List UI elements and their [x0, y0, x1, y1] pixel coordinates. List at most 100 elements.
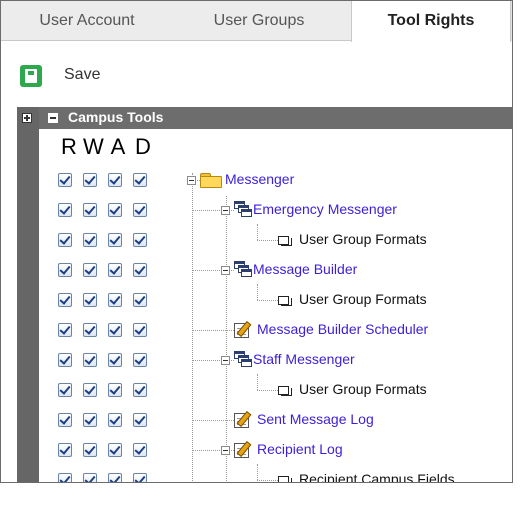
right-checkbox-a[interactable] [108, 203, 122, 217]
right-checkbox-a[interactable] [108, 263, 122, 277]
folder-icon [200, 173, 222, 188]
expand-all-icon[interactable] [22, 113, 32, 123]
collapse-icon[interactable] [48, 113, 58, 123]
tree-line [226, 196, 227, 451]
windows-icon [234, 201, 252, 218]
tree-node-sent-message-log[interactable]: Sent Message Log [257, 411, 374, 427]
right-checkbox-w[interactable] [83, 293, 97, 307]
left-gutter [17, 107, 39, 482]
page-icon [278, 236, 293, 246]
collapse-node-icon[interactable] [221, 206, 230, 215]
right-checkbox-r[interactable] [58, 173, 72, 187]
save-icon [20, 65, 42, 87]
page-icon [278, 476, 293, 482]
right-checkbox-d[interactable] [133, 323, 147, 337]
right-checkbox-d[interactable] [133, 443, 147, 457]
tree-node-message-builder-scheduler[interactable]: Message Builder Scheduler [257, 321, 428, 337]
right-checkbox-w[interactable] [83, 203, 97, 217]
tree-connector [192, 330, 234, 331]
right-checkbox-d[interactable] [133, 353, 147, 367]
tab-bar: User Account User Groups Tool Rights [1, 1, 512, 42]
right-checkbox-w[interactable] [83, 443, 97, 457]
right-checkbox-w[interactable] [83, 383, 97, 397]
tree-line [257, 374, 258, 390]
right-checkbox-r[interactable] [58, 323, 72, 337]
tab-overflow [511, 1, 512, 41]
tree-node-messenger[interactable]: Messenger [225, 171, 294, 187]
right-checkbox-d[interactable] [133, 263, 147, 277]
right-checkbox-d[interactable] [133, 203, 147, 217]
tree-node-user-group-formats[interactable]: User Group Formats [299, 381, 427, 397]
right-checkbox-a[interactable] [108, 353, 122, 367]
tree-connector [257, 480, 278, 481]
collapse-node-icon[interactable] [187, 176, 196, 185]
right-checkbox-a[interactable] [108, 293, 122, 307]
right-checkbox-d[interactable] [133, 233, 147, 247]
tree-node-emergency-messenger[interactable]: Emergency Messenger [253, 201, 397, 217]
tree-node-user-group-formats[interactable]: User Group Formats [299, 291, 427, 307]
right-checkbox-w[interactable] [83, 263, 97, 277]
right-checkbox-a[interactable] [108, 413, 122, 427]
tree-node-staff-messenger[interactable]: Staff Messenger [253, 351, 355, 367]
right-checkbox-r[interactable] [58, 413, 72, 427]
right-checkbox-r[interactable] [58, 473, 72, 482]
right-checkbox-r[interactable] [58, 353, 72, 367]
right-checkbox-w[interactable] [83, 353, 97, 367]
tree-line [257, 284, 258, 300]
tree-node-user-group-formats[interactable]: User Group Formats [299, 231, 427, 247]
pencil-icon [234, 440, 254, 458]
right-checkbox-a[interactable] [108, 443, 122, 457]
tree-line [192, 173, 193, 482]
right-checkbox-w[interactable] [83, 233, 97, 247]
collapse-node-icon[interactable] [221, 446, 230, 455]
right-checkbox-r[interactable] [58, 233, 72, 247]
collapse-node-icon[interactable] [221, 356, 230, 365]
column-header-r: R [61, 134, 77, 159]
right-checkbox-a[interactable] [108, 233, 122, 247]
tree-connector [257, 240, 278, 241]
right-checkbox-w[interactable] [83, 473, 97, 482]
right-checkbox-a[interactable] [108, 383, 122, 397]
page-icon [278, 386, 293, 396]
section-title: Campus Tools [68, 109, 164, 125]
tool-rights-panel: User Account User Groups Tool Rights Sav… [0, 0, 513, 483]
collapse-node-icon[interactable] [221, 266, 230, 275]
windows-icon [234, 351, 252, 368]
column-header-d: D [135, 134, 151, 159]
right-checkbox-a[interactable] [108, 323, 122, 337]
tab-user-account[interactable]: User Account [1, 1, 173, 41]
tree-connector [192, 420, 234, 421]
right-checkbox-w[interactable] [83, 173, 97, 187]
right-checkbox-d[interactable] [133, 173, 147, 187]
tree-node-recipient-log[interactable]: Recipient Log [257, 441, 343, 457]
right-checkbox-a[interactable] [108, 173, 122, 187]
right-checkbox-a[interactable] [108, 473, 122, 482]
right-checkbox-r[interactable] [58, 263, 72, 277]
right-checkbox-r[interactable] [58, 443, 72, 457]
page-icon [278, 296, 293, 306]
campus-tools-header[interactable]: Campus Tools [39, 107, 512, 129]
windows-icon [234, 261, 252, 278]
right-checkbox-w[interactable] [83, 413, 97, 427]
right-checkbox-r[interactable] [58, 293, 72, 307]
tree-node-message-builder[interactable]: Message Builder [253, 261, 357, 277]
right-checkbox-w[interactable] [83, 323, 97, 337]
right-checkbox-d[interactable] [133, 473, 147, 482]
tree-connector [257, 390, 278, 391]
tree-node-recipient-campus-fields[interactable]: Recipient Campus Fields [299, 471, 455, 482]
pencil-icon [234, 410, 254, 428]
tree-line [257, 224, 258, 240]
tab-tool-rights[interactable]: Tool Rights [351, 1, 511, 42]
pencil-icon [234, 320, 254, 338]
tree-connector [257, 300, 278, 301]
right-checkbox-d[interactable] [133, 293, 147, 307]
column-header-a: A [110, 134, 126, 159]
tree-line [257, 464, 258, 480]
column-header-w: W [83, 134, 104, 159]
tab-user-groups[interactable]: User Groups [173, 1, 345, 41]
save-label: Save [64, 66, 101, 83]
right-checkbox-r[interactable] [58, 383, 72, 397]
right-checkbox-d[interactable] [133, 383, 147, 397]
right-checkbox-r[interactable] [58, 203, 72, 217]
right-checkbox-d[interactable] [133, 413, 147, 427]
